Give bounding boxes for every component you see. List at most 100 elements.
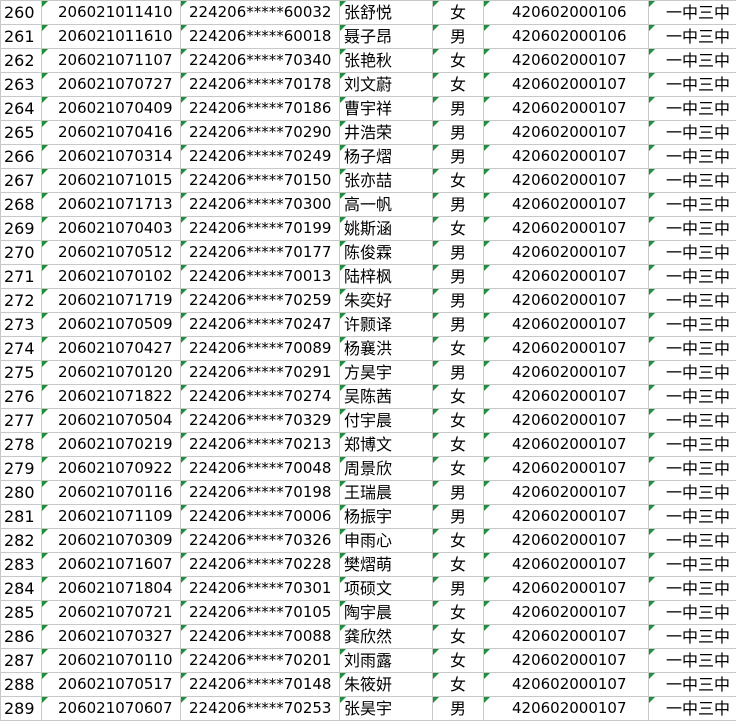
student-name-cell[interactable]: 曹宇祥 (339, 96, 433, 121)
row-number-cell[interactable]: 276 (0, 384, 42, 409)
school-name-cell[interactable]: 一中三中 (648, 120, 736, 145)
student-name-cell[interactable]: 杨振宇 (339, 504, 433, 529)
student-id-cell[interactable]: 206021070517 (41, 672, 181, 697)
student-id-cell[interactable]: 206021070102 (41, 264, 181, 289)
id-card-cell[interactable]: 224206*****70150 (180, 168, 340, 193)
id-card-cell[interactable]: 224206*****70088 (180, 624, 340, 649)
gender-cell[interactable]: 女 (432, 432, 484, 457)
student-name-cell[interactable]: 井浩荣 (339, 120, 433, 145)
id-card-cell[interactable]: 224206*****70105 (180, 600, 340, 625)
student-name-cell[interactable]: 项硕文 (339, 576, 433, 601)
student-name-cell[interactable]: 付宇晨 (339, 408, 433, 433)
gender-cell[interactable]: 女 (432, 48, 484, 73)
school-name-cell[interactable]: 一中三中 (648, 168, 736, 193)
school-name-cell[interactable]: 一中三中 (648, 192, 736, 217)
school-name-cell[interactable]: 一中三中 (648, 144, 736, 169)
row-number-cell[interactable]: 261 (0, 24, 42, 49)
row-number-cell[interactable]: 277 (0, 408, 42, 433)
gender-cell[interactable]: 男 (432, 696, 484, 721)
student-name-cell[interactable]: 陈俊霖 (339, 240, 433, 265)
school-code-cell[interactable]: 420602000107 (483, 432, 649, 457)
row-number-cell[interactable]: 287 (0, 648, 42, 673)
row-number-cell[interactable]: 273 (0, 312, 42, 337)
school-code-cell[interactable]: 420602000107 (483, 696, 649, 721)
school-code-cell[interactable]: 420602000106 (483, 0, 649, 25)
student-id-cell[interactable]: 206021071822 (41, 384, 181, 409)
id-card-cell[interactable]: 224206*****70329 (180, 408, 340, 433)
student-name-cell[interactable]: 张舒悦 (339, 0, 433, 25)
school-code-cell[interactable]: 420602000107 (483, 336, 649, 361)
row-number-cell[interactable]: 265 (0, 120, 42, 145)
school-name-cell[interactable]: 一中三中 (648, 360, 736, 385)
row-number-cell[interactable]: 263 (0, 72, 42, 97)
gender-cell[interactable]: 男 (432, 288, 484, 313)
student-name-cell[interactable]: 陆梓枫 (339, 264, 433, 289)
row-number-cell[interactable]: 260 (0, 0, 42, 25)
student-name-cell[interactable]: 樊熠萌 (339, 552, 433, 577)
id-card-cell[interactable]: 224206*****70247 (180, 312, 340, 337)
school-code-cell[interactable]: 420602000107 (483, 192, 649, 217)
school-name-cell[interactable]: 一中三中 (648, 528, 736, 553)
student-id-cell[interactable]: 206021070116 (41, 480, 181, 505)
school-code-cell[interactable]: 420602000107 (483, 528, 649, 553)
student-id-cell[interactable]: 206021071713 (41, 192, 181, 217)
school-code-cell[interactable]: 420602000107 (483, 672, 649, 697)
school-code-cell[interactable]: 420602000107 (483, 600, 649, 625)
id-card-cell[interactable]: 224206*****70213 (180, 432, 340, 457)
row-number-cell[interactable]: 267 (0, 168, 42, 193)
school-name-cell[interactable]: 一中三中 (648, 456, 736, 481)
student-id-cell[interactable]: 206021070607 (41, 696, 181, 721)
gender-cell[interactable]: 男 (432, 192, 484, 217)
student-name-cell[interactable]: 张亦喆 (339, 168, 433, 193)
row-number-cell[interactable]: 281 (0, 504, 42, 529)
row-number-cell[interactable]: 285 (0, 600, 42, 625)
row-number-cell[interactable]: 284 (0, 576, 42, 601)
student-id-cell[interactable]: 206021071804 (41, 576, 181, 601)
gender-cell[interactable]: 女 (432, 72, 484, 97)
student-id-cell[interactable]: 206021070416 (41, 120, 181, 145)
id-card-cell[interactable]: 224206*****70006 (180, 504, 340, 529)
student-id-cell[interactable]: 206021070721 (41, 600, 181, 625)
id-card-cell[interactable]: 224206*****70326 (180, 528, 340, 553)
id-card-cell[interactable]: 224206*****70178 (180, 72, 340, 97)
id-card-cell[interactable]: 224206*****70301 (180, 576, 340, 601)
gender-cell[interactable]: 男 (432, 360, 484, 385)
gender-cell[interactable]: 女 (432, 600, 484, 625)
gender-cell[interactable]: 男 (432, 240, 484, 265)
student-id-cell[interactable]: 206021011610 (41, 24, 181, 49)
student-name-cell[interactable]: 朱筱妍 (339, 672, 433, 697)
student-id-cell[interactable]: 206021071107 (41, 48, 181, 73)
student-id-cell[interactable]: 206021071719 (41, 288, 181, 313)
row-number-cell[interactable]: 272 (0, 288, 42, 313)
school-name-cell[interactable]: 一中三中 (648, 0, 736, 25)
id-card-cell[interactable]: 224206*****70199 (180, 216, 340, 241)
gender-cell[interactable]: 男 (432, 96, 484, 121)
school-name-cell[interactable]: 一中三中 (648, 216, 736, 241)
school-code-cell[interactable]: 420602000107 (483, 456, 649, 481)
id-card-cell[interactable]: 224206*****70198 (180, 480, 340, 505)
school-name-cell[interactable]: 一中三中 (648, 312, 736, 337)
row-number-cell[interactable]: 262 (0, 48, 42, 73)
school-code-cell[interactable]: 420602000107 (483, 576, 649, 601)
school-name-cell[interactable]: 一中三中 (648, 624, 736, 649)
school-name-cell[interactable]: 一中三中 (648, 576, 736, 601)
school-code-cell[interactable]: 420602000107 (483, 480, 649, 505)
school-name-cell[interactable]: 一中三中 (648, 336, 736, 361)
school-name-cell[interactable]: 一中三中 (648, 240, 736, 265)
gender-cell[interactable]: 女 (432, 624, 484, 649)
gender-cell[interactable]: 男 (432, 504, 484, 529)
gender-cell[interactable]: 女 (432, 168, 484, 193)
gender-cell[interactable]: 男 (432, 480, 484, 505)
id-card-cell[interactable]: 224206*****70048 (180, 456, 340, 481)
gender-cell[interactable]: 女 (432, 0, 484, 25)
student-id-cell[interactable]: 206021070512 (41, 240, 181, 265)
student-id-cell[interactable]: 206021070727 (41, 72, 181, 97)
school-code-cell[interactable]: 420602000107 (483, 240, 649, 265)
student-id-cell[interactable]: 206021070403 (41, 216, 181, 241)
school-name-cell[interactable]: 一中三中 (648, 600, 736, 625)
gender-cell[interactable]: 男 (432, 312, 484, 337)
id-card-cell[interactable]: 224206*****70148 (180, 672, 340, 697)
school-name-cell[interactable]: 一中三中 (648, 696, 736, 721)
student-id-cell[interactable]: 206021071109 (41, 504, 181, 529)
student-name-cell[interactable]: 姚斯涵 (339, 216, 433, 241)
